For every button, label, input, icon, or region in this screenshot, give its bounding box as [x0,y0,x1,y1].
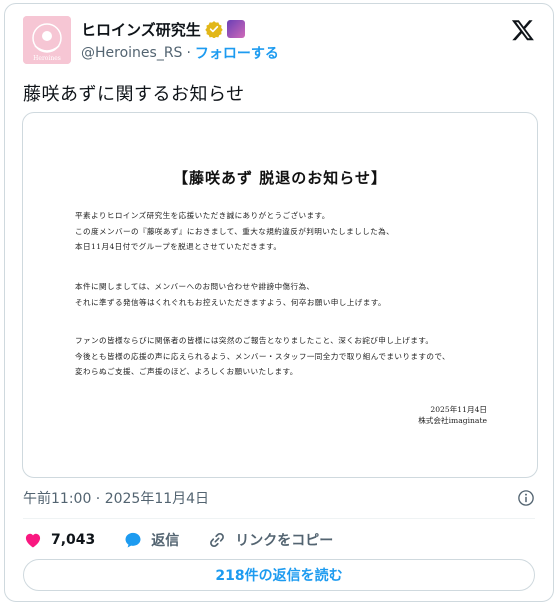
avatar-logo-text: Heroines [33,55,61,62]
tweet-card: Heroines ヒロインズ研究生 @Heroines_RS · フォローする … [4,3,554,602]
document-signature: 2025年11月4日 株式会社imaginate [418,404,487,426]
post-text: 藤咲あずに関するお知らせ [23,84,245,105]
reply-bubble-icon [123,530,143,550]
action-bar: 7,043 返信 リンクをコピー [23,528,361,552]
document-line: それに準ずる発信等はくれぐれもお控えいただきますよう、何卒お願い申し上げます。 [75,297,386,307]
author-name-row: ヒロインズ研究生 [81,18,245,40]
heart-icon [23,530,43,550]
copy-link-label: リンクをコピー [235,533,334,549]
post-meta: 午前11:00 · 2025年11月4日 [23,488,535,508]
like-button[interactable]: 7,043 [23,530,95,550]
reply-button[interactable]: 返信 [123,530,179,550]
document-line: 本日11月4日付でグループを脱退とさせていただきます。 [75,242,282,251]
read-replies-button[interactable]: 218件の返信を読む [23,559,535,591]
reply-label: 返信 [151,533,180,549]
document-company: 株式会社imaginate [418,416,487,425]
display-name[interactable]: ヒロインズ研究生 [81,19,201,40]
affiliate-badge-icon[interactable] [226,20,245,38]
document-line: この度メンバーの『藤咲あず』におきまして、重大な規約違反が判明いたしましした為、 [75,226,395,236]
document-line: 本件に関しましては、メンバーへのお問い合わせや誹謗中傷行為、 [75,282,315,291]
divider [23,518,535,519]
copy-link-button[interactable]: リンクをコピー [207,530,333,550]
document-title: 【藤咲あず 脱退のお知らせ】 [173,169,387,187]
document-date: 2025年11月4日 [430,405,487,414]
attached-image-document[interactable]: 【藤咲あず 脱退のお知らせ】 平素よりヒロインズ研究生を応援いただき誠にありがと… [22,112,538,478]
info-icon[interactable] [517,489,535,507]
separator-dot: · [186,45,191,61]
document-line: 平素よりヒロインズ研究生を応援いただき誠にありがとうございます。 [75,211,330,220]
document-paragraph-2: 本件に関しましては、メンバーへのお問い合わせや誹謗中傷行為、 それに準ずる発信等… [75,279,507,310]
document-line: 今後とも皆様の応援の声に応えられるよう、メンバー・スタッフ一同全力で取り組んでま… [75,351,451,361]
document-paragraph-3: ファンの皆様ならびに関係者の皆様には突然のご報告となりましたこと、深くお詫び申し… [75,333,507,380]
link-icon [207,530,227,550]
document-line: 変わらぬご支援、ご声援のほど、よろしくお願いいたします。 [75,367,298,376]
document-line: ファンの皆様ならびに関係者の皆様には突然のご報告となりましたこと、深くお詫び申し… [75,336,434,345]
verified-badge-icon [205,21,223,38]
logo-icon: Heroines [23,16,71,64]
follow-button[interactable]: フォローする [195,43,279,63]
like-count: 7,043 [51,532,96,548]
handle-row: @Heroines_RS · フォローする [81,43,279,63]
post-timestamp[interactable]: 午前11:00 · 2025年11月4日 [23,488,209,508]
avatar[interactable]: Heroines [23,16,71,64]
document-paragraph-1: 平素よりヒロインズ研究生を応援いただき誠にありがとうございます。 この度メンバー… [75,208,507,255]
user-handle[interactable]: @Heroines_RS [81,45,182,61]
x-logo-icon[interactable] [511,18,535,42]
